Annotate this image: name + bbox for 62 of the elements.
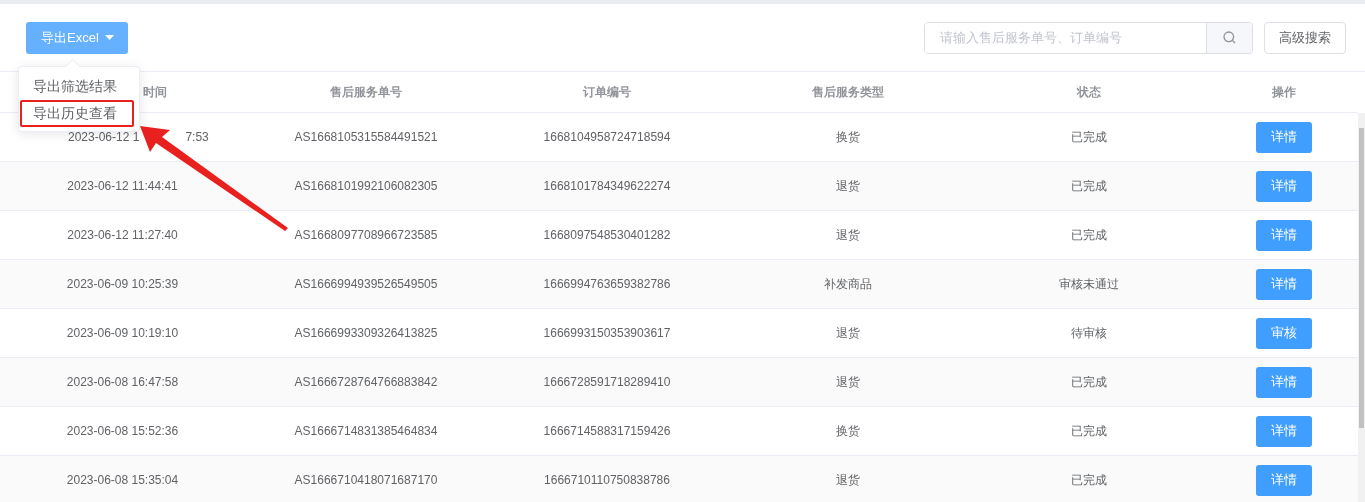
table-cell: 1668104958724718594 <box>543 130 671 144</box>
table-cell: 退货 <box>835 226 860 244</box>
table-cell: AS1668097708966723585 <box>294 228 438 242</box>
row-action-button[interactable]: 详情 <box>1256 415 1312 447</box>
table-cell: 换货 <box>835 128 860 146</box>
column-header: 售后服务单号 <box>245 72 487 113</box>
table-cell: 7:53 <box>185 130 209 144</box>
advanced-search-button[interactable]: 高级搜索 <box>1264 21 1346 54</box>
table-cell: 已完成 <box>1071 128 1107 146</box>
table-cell: 1666994763659382786 <box>543 277 671 291</box>
column-header: 操作 <box>1210 72 1358 113</box>
column-header: 状态 <box>968 72 1210 113</box>
table-cell: 2023-06-08 15:52:36 <box>66 424 179 438</box>
table-cell: 审核未通过 <box>1059 275 1119 293</box>
row-action-button[interactable]: 详情 <box>1256 366 1312 398</box>
table-cell: 2023-06-12 11:27:40 <box>67 228 178 242</box>
column-header: 售后服务类型 <box>727 72 968 113</box>
table-cell: 已完成 <box>1071 373 1107 391</box>
table-cell: 1666728591718289410 <box>543 375 671 389</box>
table-cell: AS1666994939526549505 <box>294 277 438 291</box>
table-cell: AS1668101992106082305 <box>294 179 438 193</box>
table-cell: 已完成 <box>1071 471 1107 489</box>
table-cell: 换货 <box>835 422 860 440</box>
table-cell: 待审核 <box>1071 324 1107 342</box>
table-cell: 已完成 <box>1071 177 1107 195</box>
table-cell: 1666714588317159426 <box>543 424 671 438</box>
table-cell: AS1668105315584491521 <box>294 130 438 144</box>
table-cell: 2023-06-12 11:44:41 <box>67 179 178 193</box>
row-action-button[interactable]: 详情 <box>1256 464 1312 496</box>
menu-item[interactable]: 导出筛选结果 <box>19 73 139 100</box>
search-field[interactable]: 请输入售后服务单号、订单编号 <box>924 21 1253 54</box>
row-action-button[interactable]: 详情 <box>1256 121 1312 153</box>
export-button[interactable]: 导出Excel <box>26 21 128 54</box>
table-cell: 已完成 <box>1071 226 1107 244</box>
table-cell: 退货 <box>835 177 860 195</box>
table-cell: 补发商品 <box>823 275 872 293</box>
search-icon <box>1223 31 1236 44</box>
caret-icon <box>104 34 114 41</box>
table-cell: 退货 <box>835 324 860 342</box>
table-cell: 1666710110750838786 <box>544 473 670 487</box>
table-cell: 2023-06-09 10:25:39 <box>66 277 179 291</box>
table-cell: 1668101784349622274 <box>543 179 671 193</box>
row-action-button[interactable]: 详情 <box>1256 268 1312 300</box>
table-cell: 1666993150353903617 <box>543 326 671 340</box>
table-cell: 2023-06-12 1 <box>68 130 140 144</box>
table-cell: AS1666710418071687170 <box>294 473 438 487</box>
search-button[interactable] <box>1206 22 1252 53</box>
table-cell: AS1666993309326413825 <box>294 326 438 340</box>
row-action-button[interactable]: 详情 <box>1256 170 1312 202</box>
table-cell: 已完成 <box>1071 422 1107 440</box>
row-action-button[interactable]: 审核 <box>1256 317 1312 349</box>
table-cell: 2023-06-08 16:47:58 <box>66 375 179 389</box>
table-cell: 退货 <box>835 471 860 489</box>
scrollbar[interactable] <box>1358 113 1365 502</box>
table-cell: 1668097548530401282 <box>543 228 671 242</box>
table-cell: 2023-06-08 15:35:04 <box>66 473 179 487</box>
row-action-button[interactable]: 详情 <box>1256 219 1312 251</box>
table-cell: AS1666714831385464834 <box>294 424 438 438</box>
table-cell: AS1666728764766883842 <box>294 375 438 389</box>
table-cell: 退货 <box>835 373 860 391</box>
table-cell: 2023-06-09 10:19:10 <box>66 326 179 340</box>
column-header: 订单编号 <box>487 72 727 113</box>
